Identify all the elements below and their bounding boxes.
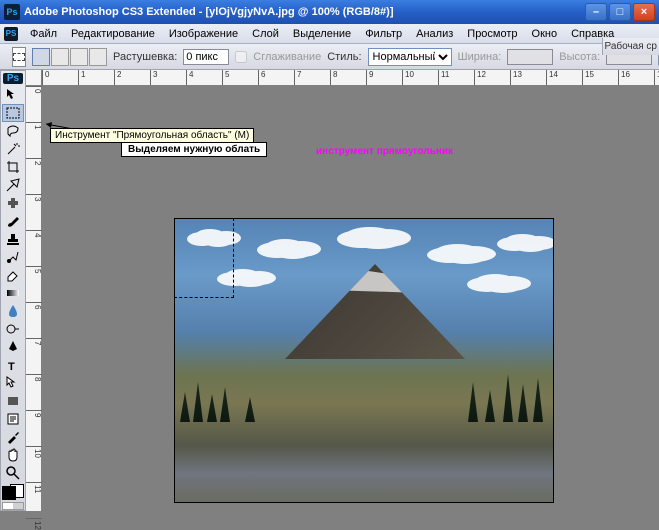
- color-swatches[interactable]: [2, 486, 24, 498]
- menu-file[interactable]: Файл: [24, 26, 63, 42]
- toolbox: Ps T: [0, 70, 26, 511]
- slice-tool[interactable]: [2, 176, 24, 194]
- menu-layer[interactable]: Слой: [246, 26, 285, 42]
- workspace-label[interactable]: Рабочая ср: [602, 38, 659, 55]
- path-tool[interactable]: [2, 374, 24, 392]
- dodge-tool[interactable]: [2, 320, 24, 338]
- style-select[interactable]: Нормальный: [368, 48, 452, 66]
- menu-select[interactable]: Выделение: [287, 26, 357, 42]
- svg-text:T: T: [8, 361, 15, 373]
- lasso-tool[interactable]: [2, 122, 24, 140]
- foreground-swatch[interactable]: [2, 486, 16, 500]
- feather-input[interactable]: [183, 49, 229, 65]
- eraser-tool[interactable]: [2, 266, 24, 284]
- brush-tool[interactable]: [2, 212, 24, 230]
- tool-preset-icon[interactable]: [12, 47, 26, 67]
- zoom-tool[interactable]: [2, 464, 24, 482]
- minimize-button[interactable]: –: [585, 3, 607, 21]
- width-input: [507, 49, 553, 65]
- ps-menu-icon[interactable]: PS: [4, 27, 18, 41]
- width-label: Ширина:: [458, 51, 502, 63]
- ruler-horizontal[interactable]: 01234567891011121314151617: [42, 70, 659, 86]
- marquee-rect-icon: [13, 53, 25, 61]
- canvas-area[interactable]: 01234567891011121314151617 0123456789101…: [26, 70, 659, 511]
- heal-tool[interactable]: [2, 194, 24, 212]
- options-bar: Растушевка: Сглаживание Стиль: Нормальны…: [0, 44, 659, 70]
- selection-intersect-button[interactable]: [89, 48, 107, 66]
- close-button[interactable]: ×: [633, 3, 655, 21]
- pen-tool[interactable]: [2, 338, 24, 356]
- menu-edit[interactable]: Редактирование: [65, 26, 161, 42]
- maximize-button[interactable]: □: [609, 3, 631, 21]
- menu-analysis[interactable]: Анализ: [410, 26, 459, 42]
- menu-window[interactable]: Окно: [526, 26, 564, 42]
- history-brush-tool[interactable]: [2, 248, 24, 266]
- quickmask-toggle[interactable]: [2, 502, 24, 510]
- window-title: Adobe Photoshop CS3 Extended - [ylOjVgjy…: [24, 6, 394, 18]
- type-tool[interactable]: T: [2, 356, 24, 374]
- feather-label: Растушевка:: [113, 51, 177, 63]
- annotation-text-1: Выделяем нужную облать: [121, 142, 267, 157]
- window-titlebar: Ps Adobe Photoshop CS3 Extended - [ylOjV…: [0, 0, 659, 24]
- shape-tool[interactable]: [2, 392, 24, 410]
- antialias-checkbox: [235, 51, 247, 63]
- ruler-vertical[interactable]: 0123456789101112: [26, 86, 42, 511]
- photoshop-icon: Ps: [4, 4, 20, 20]
- notes-tool[interactable]: [2, 410, 24, 428]
- blur-tool[interactable]: [2, 302, 24, 320]
- marquee-tool[interactable]: [2, 104, 24, 122]
- height-label: Высота:: [559, 51, 600, 63]
- ruler-origin[interactable]: [26, 70, 42, 86]
- hand-tool[interactable]: [2, 446, 24, 464]
- menu-image[interactable]: Изображение: [163, 26, 244, 42]
- crop-tool[interactable]: [2, 158, 24, 176]
- gradient-tool[interactable]: [2, 284, 24, 302]
- eyedropper-tool[interactable]: [2, 428, 24, 446]
- style-label: Стиль:: [327, 51, 361, 63]
- selection-subtract-button[interactable]: [70, 48, 88, 66]
- selection-add-button[interactable]: [51, 48, 69, 66]
- menu-bar: PS Файл Редактирование Изображение Слой …: [0, 24, 659, 44]
- selection-new-button[interactable]: [32, 48, 50, 66]
- tool-tooltip: Инструмент "Прямоугольная область" (M): [50, 128, 254, 143]
- menu-filter[interactable]: Фильтр: [359, 26, 408, 42]
- annotation-text-2: инструмент прямоугольник: [316, 146, 453, 157]
- move-tool[interactable]: [2, 86, 24, 104]
- stamp-tool[interactable]: [2, 230, 24, 248]
- antialias-label: Сглаживание: [253, 51, 321, 63]
- menu-view[interactable]: Просмотр: [461, 26, 523, 42]
- wand-tool[interactable]: [2, 140, 24, 158]
- selection-marquee[interactable]: [174, 218, 234, 298]
- toolbox-header-icon: Ps: [3, 73, 23, 84]
